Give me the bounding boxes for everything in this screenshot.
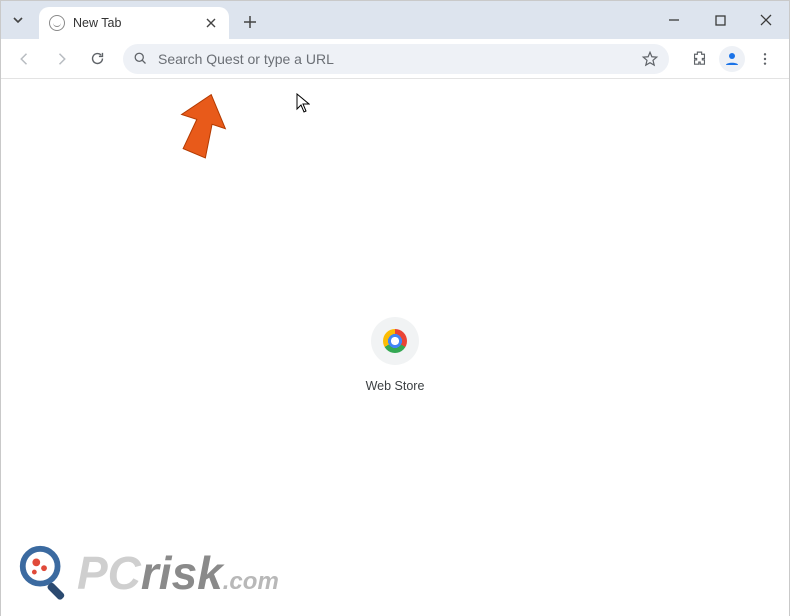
search-icon: [133, 51, 148, 66]
chrome-logo-icon: [383, 329, 407, 353]
annotation-arrow: [171, 91, 231, 161]
nav-back-button[interactable]: [9, 43, 41, 75]
shortcut-tile: [371, 317, 419, 365]
new-tab-button[interactable]: [235, 7, 265, 37]
shortcut-web-store[interactable]: Web Store: [340, 317, 450, 393]
arrow-left-icon: [16, 50, 34, 68]
reload-icon: [89, 50, 106, 67]
cursor-icon: [296, 93, 310, 113]
watermark-tld: .com: [223, 568, 279, 595]
minimize-icon: [668, 14, 680, 26]
minimize-button[interactable]: [651, 1, 697, 39]
star-icon: [641, 50, 659, 68]
window-controls: [651, 1, 789, 39]
shortcut-label: Web Store: [340, 379, 450, 393]
titlebar: New Tab: [1, 1, 789, 39]
nav-forward-button[interactable]: [45, 43, 77, 75]
tab-close-button[interactable]: [203, 15, 219, 31]
tab-title: New Tab: [73, 16, 121, 30]
extensions-icon: [691, 50, 708, 67]
tab-search-dropdown[interactable]: [1, 1, 35, 39]
watermark-text: PCrisk.com: [77, 545, 377, 601]
globe-icon: [49, 15, 65, 31]
maximize-button[interactable]: [697, 1, 743, 39]
kebab-menu-icon: [757, 51, 773, 67]
maximize-icon: [715, 15, 726, 26]
profile-button[interactable]: [719, 46, 745, 72]
toolbar: [1, 39, 789, 79]
watermark-pc: PC: [77, 547, 142, 599]
menu-button[interactable]: [749, 43, 781, 75]
browser-window: New Tab: [0, 0, 790, 616]
toolbar-actions: [683, 43, 781, 75]
close-window-button[interactable]: [743, 1, 789, 39]
plus-icon: [243, 15, 257, 29]
close-icon: [760, 14, 772, 26]
close-icon: [206, 18, 216, 28]
watermark-risk: risk: [141, 547, 225, 599]
omnibox-input[interactable]: [158, 51, 631, 67]
chevron-down-icon: [12, 14, 24, 26]
page-content: Web Store PCrisk.com: [1, 79, 789, 616]
reload-button[interactable]: [81, 43, 113, 75]
address-bar[interactable]: [123, 44, 669, 74]
arrow-right-icon: [52, 50, 70, 68]
svg-text:PCrisk.com: PCrisk.com: [77, 547, 279, 599]
bookmark-button[interactable]: [641, 50, 659, 68]
magnifier-icon: [15, 543, 75, 603]
profile-icon: [723, 50, 741, 68]
active-tab[interactable]: New Tab: [39, 7, 229, 39]
watermark: PCrisk.com: [15, 543, 377, 603]
extensions-button[interactable]: [683, 43, 715, 75]
